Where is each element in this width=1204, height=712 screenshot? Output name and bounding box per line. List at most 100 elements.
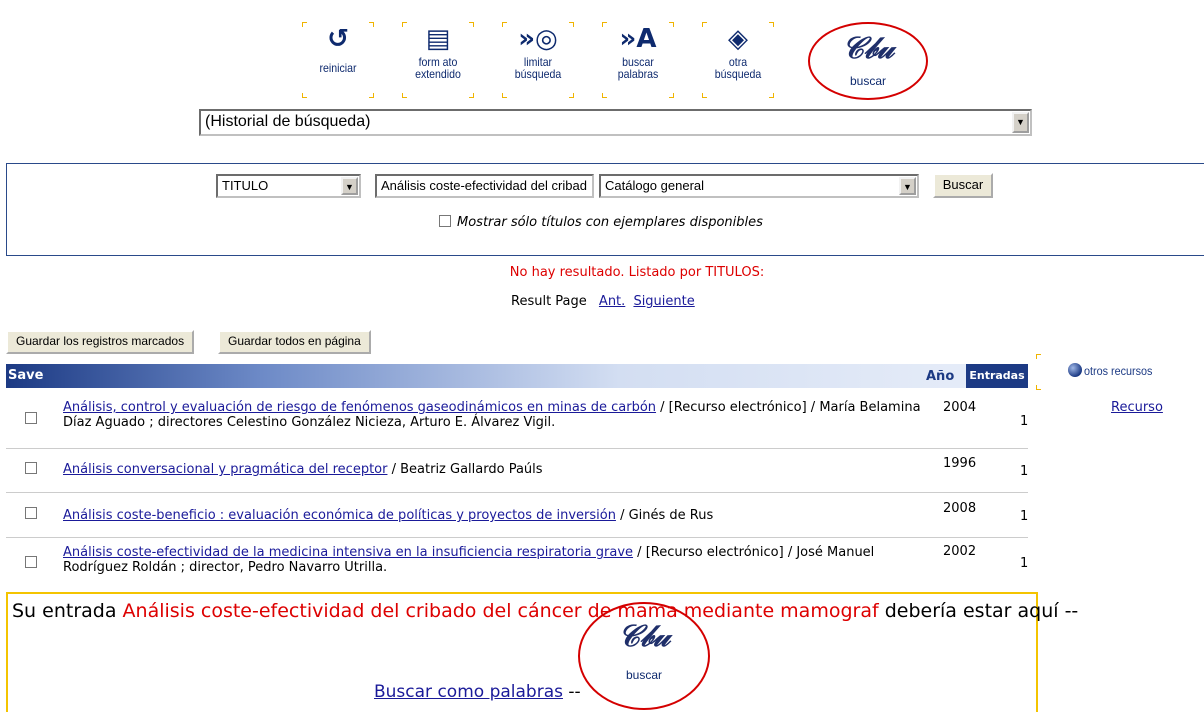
other-resources-panel: otros recursos: [1036, 354, 1204, 404]
other-resources-label[interactable]: otros recursos: [1084, 364, 1152, 378]
no-result-message: No hay resultado. Listado por TITULOS:: [509, 265, 765, 280]
recurso-link[interactable]: Recurso: [1111, 400, 1163, 415]
catalog-value: Catálogo general: [605, 178, 705, 193]
catalog-select[interactable]: Catálogo general ▼: [599, 174, 919, 198]
row-title-link[interactable]: Análisis, control y evaluación de riesgo…: [63, 400, 656, 415]
limitar-busqueda-button[interactable]: »◎ limitar búsqueda: [502, 22, 574, 104]
corner-decoration: [769, 93, 774, 98]
corner-decoration: [1036, 385, 1041, 390]
corner-decoration: [602, 93, 607, 98]
entry-suffix: debería estar aquí --: [878, 600, 1079, 622]
row-checkbox[interactable]: [25, 412, 37, 424]
search-query-value: Análisis coste-efectividad del cribad: [381, 178, 587, 193]
library-logo-icon: 𝒞𝒷𝓊: [842, 31, 894, 66]
search-panel: TITULO ▼ Análisis coste-efectividad del …: [6, 163, 1204, 256]
buscar-button[interactable]: Buscar: [933, 173, 993, 198]
chevron-down-icon[interactable]: ▼: [1012, 112, 1029, 133]
corner-decoration: [669, 22, 674, 27]
formato-extendido-label-2: extendido: [415, 67, 461, 81]
toolbar: ↺ reiniciar ▤ form ato extendido »◎ limi…: [302, 8, 942, 100]
table-row: Análisis conversacional y pragmática del…: [6, 456, 1029, 489]
row-checkbox[interactable]: [25, 462, 37, 474]
available-only-option: Mostrar sólo títulos con ejemplares disp…: [439, 214, 763, 230]
row-title-link[interactable]: Análisis coste-beneficio : evaluación ec…: [63, 508, 616, 523]
limitar-busqueda-icon: »◎: [518, 24, 558, 54]
library-logo-icon: 𝒞𝒷𝓊: [618, 619, 670, 654]
corner-decoration: [469, 93, 474, 98]
buscar-palabras-line: Buscar como palabras --: [374, 682, 581, 702]
corner-decoration: [302, 22, 307, 27]
corner-decoration: [1036, 354, 1041, 359]
save-marked-button[interactable]: Guardar los registros marcados: [6, 330, 195, 354]
buscar-palabras-button[interactable]: »A buscar palabras: [602, 22, 674, 104]
row-entries: 1: [1020, 509, 1029, 524]
row-details: / Beatriz Gallardo Paúls: [387, 462, 543, 477]
buscar-palabras-label-2: palabras: [617, 67, 659, 81]
corner-decoration: [369, 93, 374, 98]
corner-decoration: [502, 93, 507, 98]
save-all-button[interactable]: Guardar todos en página: [218, 330, 371, 354]
chevron-down-icon[interactable]: ▼: [899, 177, 916, 195]
buscar-logo-label: buscar: [849, 74, 887, 88]
entry-prefix: Su entrada: [12, 600, 123, 622]
table-row: Análisis coste-efectividad de la medicin…: [6, 544, 1029, 588]
row-entries: 1: [1020, 556, 1029, 571]
row-entries: 1: [1020, 414, 1029, 429]
chevron-down-icon[interactable]: ▼: [341, 177, 358, 195]
row-description: Análisis, control y evaluación de riesgo…: [63, 400, 923, 430]
otra-busqueda-icon: ◈: [728, 24, 748, 54]
reiniciar-button[interactable]: ↺ reiniciar: [302, 22, 374, 104]
row-checkbox[interactable]: [25, 507, 37, 519]
corner-decoration: [502, 22, 507, 27]
buscar-logo-button-bottom[interactable]: 𝒞𝒷𝓊 buscar: [578, 602, 710, 710]
row-divider: [6, 492, 1028, 493]
next-page-link[interactable]: Siguiente: [633, 294, 694, 309]
entry-suggestion-box: Su entrada Análisis coste-efectividad de…: [6, 592, 1078, 712]
corner-decoration: [402, 22, 407, 27]
row-title-link[interactable]: Análisis coste-efectividad de la medicin…: [63, 545, 633, 560]
col-save: Save: [8, 368, 44, 383]
available-only-checkbox[interactable]: [439, 214, 451, 227]
corner-decoration: [602, 22, 607, 27]
row-checkbox[interactable]: [25, 556, 37, 568]
reiniciar-icon: ↺: [327, 24, 349, 54]
corner-decoration: [702, 22, 707, 27]
globe-icon: [1068, 363, 1082, 377]
prev-page-link[interactable]: Ant.: [599, 294, 625, 309]
search-field-select[interactable]: TITULO ▼: [216, 174, 361, 198]
corner-decoration: [669, 93, 674, 98]
row-title-link[interactable]: Análisis conversacional y pragmática del…: [63, 462, 387, 477]
buscar-logo-button[interactable]: 𝒞𝒷𝓊 buscar: [808, 22, 928, 100]
corner-decoration: [569, 93, 574, 98]
available-only-label: Mostrar sólo títulos con ejemplares disp…: [457, 215, 763, 230]
otra-busqueda-label-2: búsqueda: [714, 67, 762, 81]
buscar-palabras-icon: »A: [619, 24, 657, 54]
corner-decoration: [302, 93, 307, 98]
corner-decoration: [469, 22, 474, 27]
row-year: 2004: [943, 400, 977, 415]
search-history-value: (Historial de búsqueda): [205, 113, 371, 130]
row-details: / Ginés de Rus: [615, 508, 714, 523]
entry-message: Su entrada Análisis coste-efectividad de…: [12, 600, 1078, 622]
otra-busqueda-button[interactable]: ◈ otra búsqueda: [702, 22, 774, 104]
entry-term: Análisis coste-efectividad del cribado d…: [122, 600, 879, 622]
search-query-input[interactable]: Análisis coste-efectividad del cribad: [375, 174, 594, 198]
row-entries: 1: [1020, 464, 1029, 479]
corner-decoration: [569, 22, 574, 27]
search-history-select[interactable]: (Historial de búsqueda) ▼: [199, 109, 1032, 136]
col-year: Año: [926, 369, 955, 384]
formato-extendido-button[interactable]: ▤ form ato extendido: [402, 22, 474, 104]
buscar-logo-label: buscar: [625, 668, 663, 682]
row-divider: [6, 448, 1028, 449]
col-entries: Entradas: [966, 364, 1028, 388]
table-row: Análisis, control y evaluación de riesgo…: [6, 400, 1028, 444]
row-description: Análisis coste-efectividad de la medicin…: [63, 545, 923, 575]
corner-decoration: [402, 93, 407, 98]
results-table-header: Save Año Entradas: [6, 364, 1028, 388]
search-field-value: TITULO: [222, 178, 269, 193]
buscar-como-palabras-link[interactable]: Buscar como palabras: [374, 682, 563, 702]
row-year: 2008: [943, 501, 977, 516]
corner-decoration: [369, 22, 374, 27]
corner-decoration: [702, 93, 707, 98]
row-description: Análisis coste-beneficio : evaluación ec…: [63, 508, 923, 523]
